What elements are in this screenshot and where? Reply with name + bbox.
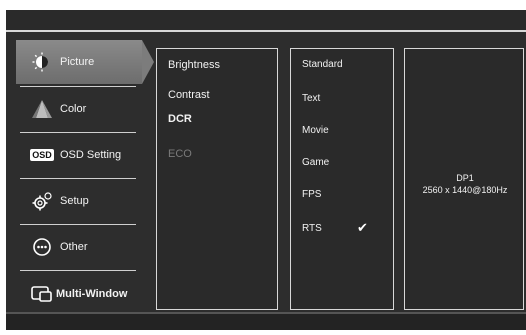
other-icon [30,237,54,257]
mode-text[interactable]: Text [302,93,320,104]
bottom-bar [6,312,526,330]
mode-standard[interactable]: Standard [302,59,343,70]
sidebar-item-color[interactable]: Color [16,87,142,131]
option-eco[interactable]: ECO [168,148,192,160]
active-arrow [142,40,154,84]
sidebar-item-label: Color [60,103,87,115]
gear-icon [30,191,54,211]
sidebar-item-label: Other [60,241,88,253]
picture-options-panel: Brightness Contrast DCR ECO [156,48,278,310]
option-dcr[interactable]: DCR [168,113,192,125]
sidebar-item-label: Multi-Window [56,288,128,300]
sidebar-item-setup[interactable]: Setup [16,179,142,223]
sidebar-item-label: Setup [60,195,89,207]
sidebar-item-other[interactable]: Other [16,225,142,269]
eco-mode-panel: Standard Text Movie Game FPS RTS ✔ [290,48,394,310]
sidebar-item-multi-window[interactable]: Multi-Window [16,272,142,316]
divider [20,270,136,271]
sidebar-item-picture[interactable]: Picture [16,40,154,84]
input-info-panel: DP1 2560 x 1440@180Hz [404,48,524,310]
color-icon [30,99,54,119]
sidebar-item-label: OSD Setting [60,149,122,161]
osd-icon: OSD [30,145,54,165]
option-brightness[interactable]: Brightness [168,59,220,71]
sidebar-item-label: Picture [60,56,95,68]
multi-window-icon [30,284,54,304]
input-source: DP1 [456,173,474,183]
picture-icon [30,52,54,72]
mode-fps[interactable]: FPS [302,189,321,200]
osd-menu: Picture Color OSD OSD Setting Setup Othe… [6,10,526,330]
mode-game[interactable]: Game [302,157,329,168]
osd-icon-label: OSD [30,149,54,161]
sidebar: Picture Color OSD OSD Setting Setup Othe… [16,40,154,310]
mode-movie[interactable]: Movie [302,125,329,136]
check-icon: ✔ [357,220,368,235]
sidebar-item-osd-setting[interactable]: OSD OSD Setting [16,133,142,177]
top-divider [6,30,526,32]
input-resolution: 2560 x 1440@180Hz [422,185,508,195]
top-bar [6,10,526,30]
option-contrast[interactable]: Contrast [168,89,210,101]
mode-rts[interactable]: RTS [302,223,322,234]
